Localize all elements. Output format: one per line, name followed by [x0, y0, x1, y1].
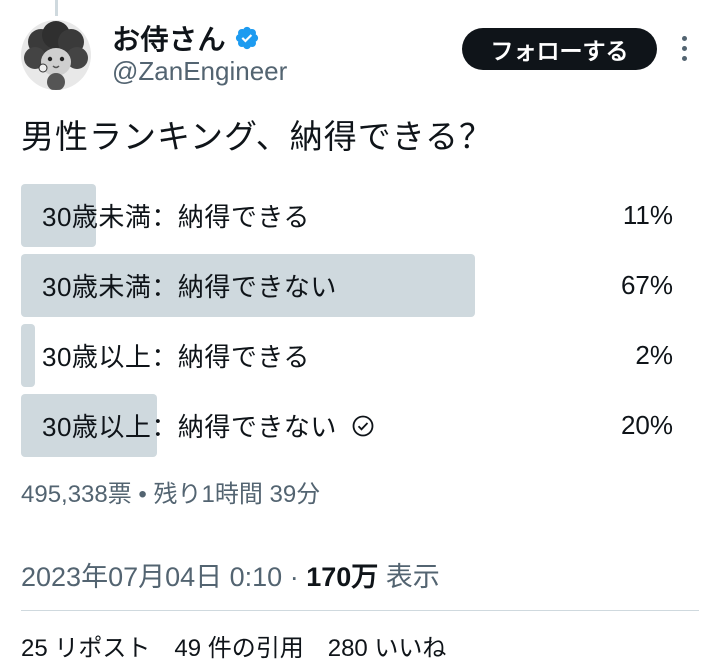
views-count: 170万: [306, 562, 379, 592]
views-label: 表示: [385, 562, 440, 592]
author-handle[interactable]: @ZanEngineer: [112, 56, 287, 87]
poll-option[interactable]: 30歳以上：納得できない 20%: [21, 394, 699, 457]
poll: 30歳未満：納得できる 11% 30歳未満：納得できない 67% 30歳以上：納…: [21, 184, 699, 464]
poll-option-text: 30歳以上：納得できない: [42, 412, 337, 442]
author-display-name[interactable]: お侍さん: [112, 18, 226, 58]
poll-meta: 495,338票 • 残り1時間 39分: [21, 481, 321, 508]
poll-option-text: 30歳以上：納得できる: [42, 342, 310, 372]
separator-dot: ·: [289, 562, 307, 592]
poll-option-label: 30歳未満：納得できる: [42, 184, 310, 247]
poll-option-label: 30歳未満：納得できない: [42, 254, 337, 317]
tweet-text: 男性ランキング、納得できる？: [21, 118, 494, 155]
engagement-stats[interactable]: 25 リポスト 49 件の引用 280 いいね: [21, 628, 446, 663]
poll-option-text: 30歳未満：納得できる: [42, 202, 310, 232]
timestamp[interactable]: 2023年07月04日 0:10: [21, 562, 282, 592]
poll-option-bar: [21, 324, 35, 387]
timestamp-row: 2023年07月04日 0:10 · 170万 表示: [21, 555, 440, 594]
divider: [21, 610, 699, 611]
avatar[interactable]: [21, 20, 91, 90]
poll-option-text: 30歳未満：納得できない: [42, 272, 337, 302]
verified-badge-icon: [234, 25, 260, 51]
poll-option-percent: 11%: [622, 200, 673, 230]
more-options-icon[interactable]: [674, 36, 694, 64]
selected-check-icon: [351, 414, 375, 438]
thread-connector-line: [55, 0, 58, 16]
poll-option-percent: 2%: [635, 340, 673, 370]
poll-option-label: 30歳以上：納得できない: [42, 394, 375, 457]
author-name-row[interactable]: お侍さん: [112, 18, 260, 58]
poll-option-label: 30歳以上：納得できる: [42, 324, 310, 387]
follow-button[interactable]: フォローする: [462, 28, 657, 70]
poll-option-percent: 67%: [620, 270, 673, 300]
poll-option[interactable]: 30歳未満：納得できない 67%: [21, 254, 699, 317]
poll-option-percent: 20%: [620, 410, 673, 440]
poll-option[interactable]: 30歳以上：納得できる 2%: [21, 324, 699, 387]
poll-option[interactable]: 30歳未満：納得できる 11%: [21, 184, 699, 247]
